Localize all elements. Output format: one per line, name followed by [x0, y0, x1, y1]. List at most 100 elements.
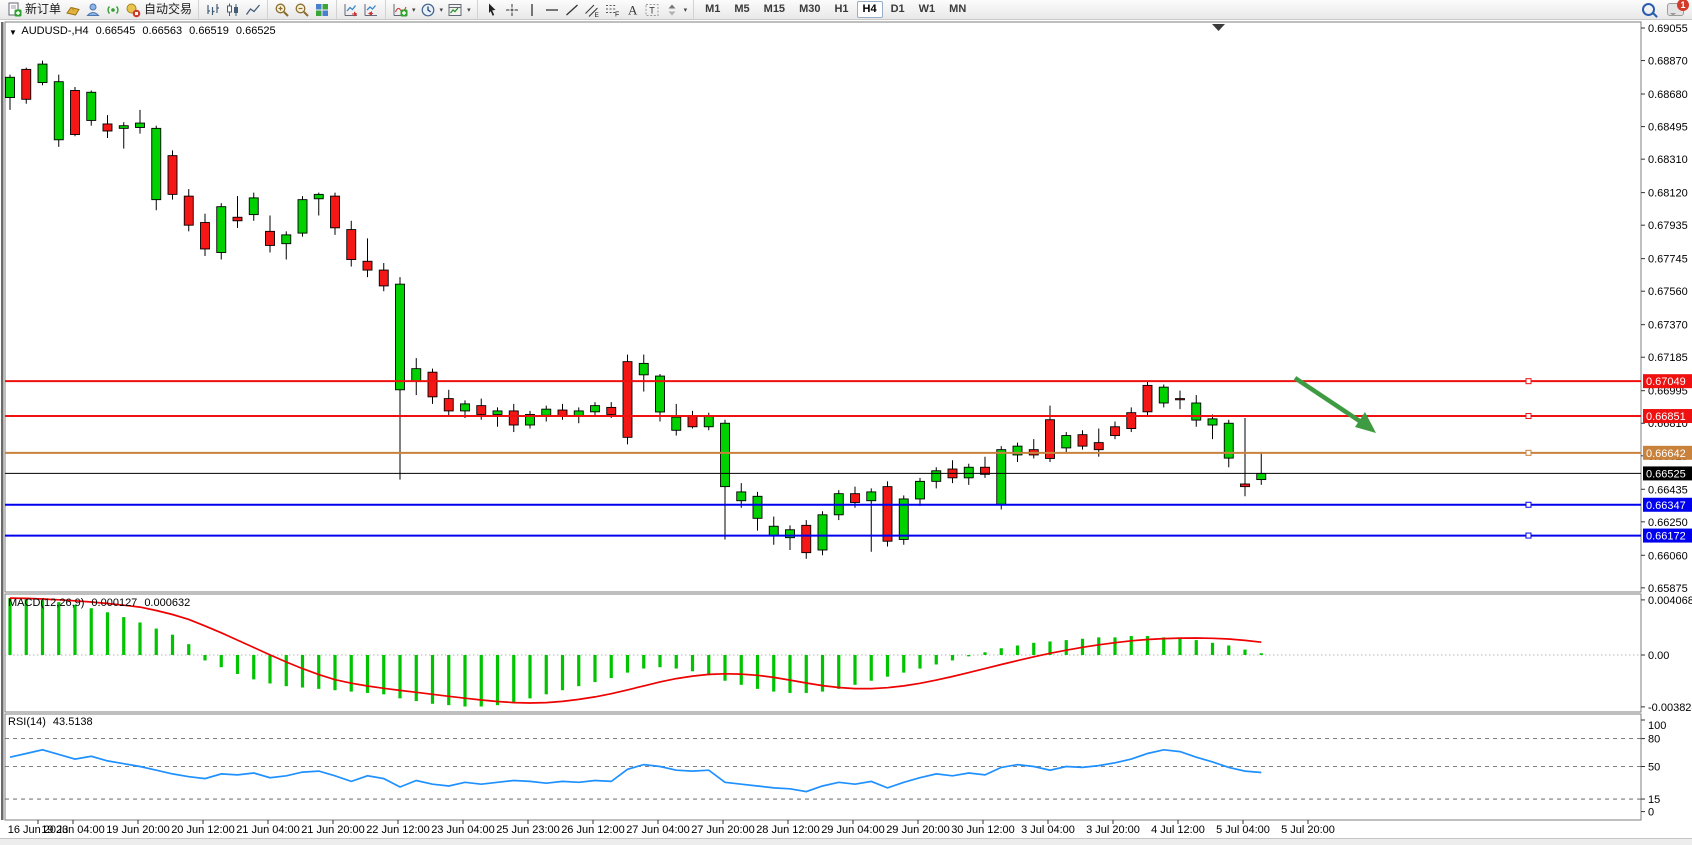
svg-text:25 Jun 23:00: 25 Jun 23:00 [496, 824, 560, 836]
autotrade-button[interactable]: 自动交易 [123, 1, 194, 18]
crosshair-button[interactable] [502, 1, 522, 18]
new-order-button[interactable]: 新订单 [4, 1, 63, 18]
svg-text:F: F [615, 11, 619, 18]
bar-chart-button[interactable] [203, 1, 223, 18]
channel-icon: E [584, 2, 600, 18]
chevron-down-icon: ▼ [9, 28, 17, 37]
svg-text:19 Jun 04:00: 19 Jun 04:00 [41, 824, 105, 836]
notifications-icon[interactable]: 1 [1667, 3, 1684, 16]
macd-pane[interactable] [5, 594, 1641, 712]
label-icon: T [644, 2, 660, 18]
svg-text:15: 15 [1648, 794, 1660, 806]
status-strip [0, 838, 1692, 845]
svg-text:0.66525: 0.66525 [1646, 468, 1686, 480]
svg-text:0.67560: 0.67560 [1648, 286, 1688, 298]
hline-icon [544, 2, 560, 18]
search-icon[interactable] [1642, 3, 1655, 16]
svg-text:0.67049: 0.67049 [1646, 376, 1686, 388]
timeframe-mn[interactable]: MN [943, 1, 972, 18]
svg-text:27 Jun 20:00: 27 Jun 20:00 [691, 824, 755, 836]
auto-scroll-button[interactable] [341, 1, 361, 18]
chart-area[interactable]: 0.690550.688700.686800.684950.683100.681… [0, 0, 1692, 845]
fibonacci-button[interactable]: F [602, 1, 622, 18]
zoom-out-icon [294, 2, 310, 18]
chevron-down-icon: ▾ [467, 6, 471, 14]
chart-shift-button[interactable] [361, 1, 381, 18]
timeframe-h1[interactable]: H1 [828, 1, 854, 18]
svg-text:0.004068: 0.004068 [1648, 595, 1692, 607]
profile-icon [85, 2, 101, 18]
arrows-button[interactable]: ▾ [662, 1, 690, 18]
svg-text:29 Jun 20:00: 29 Jun 20:00 [886, 824, 950, 836]
rsi-pane[interactable] [5, 714, 1641, 820]
symbol-dropdown[interactable]: ▼ AUDUSD-,H4 [9, 25, 89, 37]
svg-text:21 Jun 04:00: 21 Jun 04:00 [236, 824, 300, 836]
candlestick-button[interactable] [223, 1, 243, 18]
community-button[interactable] [83, 1, 103, 18]
timeframe-d1[interactable]: D1 [885, 1, 911, 18]
svg-text:5 Jul 04:00: 5 Jul 04:00 [1216, 824, 1270, 836]
text-button[interactable]: A [622, 1, 642, 18]
macd-name: MACD(12,26,9) [8, 597, 84, 609]
gold-icon [65, 2, 81, 18]
rsi-value: 43.5138 [53, 716, 93, 728]
trendline-button[interactable] [562, 1, 582, 18]
rsi-name: RSI(14) [8, 716, 46, 728]
main-pane[interactable] [5, 22, 1641, 592]
line-chart-button[interactable] [243, 1, 263, 18]
indicators-button[interactable]: ▾ [390, 1, 418, 18]
svg-text:T: T [649, 5, 655, 15]
chevron-down-icon: ▾ [412, 6, 416, 14]
signal-button[interactable] [103, 1, 123, 18]
timeframe-w1[interactable]: W1 [913, 1, 942, 18]
timeframe-m15[interactable]: M15 [758, 1, 791, 18]
svg-text:0.67370: 0.67370 [1648, 320, 1688, 332]
text-label-button[interactable]: T [642, 1, 662, 18]
vertical-line-button[interactable] [522, 1, 542, 18]
zoom-out-button[interactable] [292, 1, 312, 18]
time-axis[interactable]: 16 Jun 202319 Jun 04:0019 Jun 20:0020 Ju… [8, 820, 1335, 836]
equidistant-channel-button[interactable]: E [582, 1, 602, 18]
line-chart-icon [245, 2, 261, 18]
svg-text:19 Jun 20:00: 19 Jun 20:00 [106, 824, 170, 836]
fibonacci-icon: F [604, 2, 620, 18]
svg-text:0.00: 0.00 [1648, 650, 1669, 662]
symbol-period: AUDUSD-,H4 [21, 25, 88, 37]
svg-text:0.68120: 0.68120 [1648, 188, 1688, 200]
svg-text:0.66851: 0.66851 [1646, 411, 1686, 423]
timeframe-h4[interactable]: H4 [857, 1, 883, 18]
price-low: 0.66519 [189, 25, 229, 37]
price-close: 0.66525 [236, 25, 276, 37]
svg-text:0.69055: 0.69055 [1648, 23, 1688, 35]
svg-text:0.68495: 0.68495 [1648, 122, 1688, 134]
timeframe-m30[interactable]: M30 [793, 1, 826, 18]
svg-text:A: A [628, 2, 638, 17]
svg-text:0.66250: 0.66250 [1648, 517, 1688, 529]
text-icon: A [624, 2, 640, 18]
svg-text:80: 80 [1648, 734, 1660, 746]
periods-button[interactable]: ▾ [418, 1, 446, 18]
svg-text:0.66435: 0.66435 [1648, 484, 1688, 496]
chevron-down-icon: ▾ [684, 6, 688, 14]
zoom-in-button[interactable] [272, 1, 292, 18]
svg-text:27 Jun 04:00: 27 Jun 04:00 [626, 824, 690, 836]
auto-scroll-icon [343, 2, 359, 18]
svg-text:0.67745: 0.67745 [1648, 254, 1688, 266]
gold-button[interactable] [63, 1, 83, 18]
tile-windows-button[interactable] [312, 1, 332, 18]
timeframe-m5[interactable]: M5 [728, 1, 755, 18]
cursor-button[interactable] [482, 1, 502, 18]
mt4-window: 新订单自动交易▾▾▾EFAT▾M1M5M15M30H1H4D1W1MN 1 0.… [0, 0, 1692, 845]
svg-text:0.68310: 0.68310 [1648, 154, 1688, 166]
horizontal-line-button[interactable] [542, 1, 562, 18]
templates-icon [447, 2, 463, 18]
svg-text:0.67935: 0.67935 [1648, 220, 1688, 232]
chart-ohlc-header[interactable]: ▼ AUDUSD-,H4 0.66545 0.66563 0.66519 0.6… [9, 25, 276, 37]
new-order-icon [6, 2, 22, 18]
templates-button[interactable]: ▾ [445, 1, 473, 18]
svg-text:0.68870: 0.68870 [1648, 56, 1688, 68]
svg-text:0.66347: 0.66347 [1646, 500, 1686, 512]
autotrade-icon [125, 2, 141, 18]
timeframe-m1[interactable]: M1 [699, 1, 726, 18]
svg-text:23 Jun 04:00: 23 Jun 04:00 [431, 824, 495, 836]
